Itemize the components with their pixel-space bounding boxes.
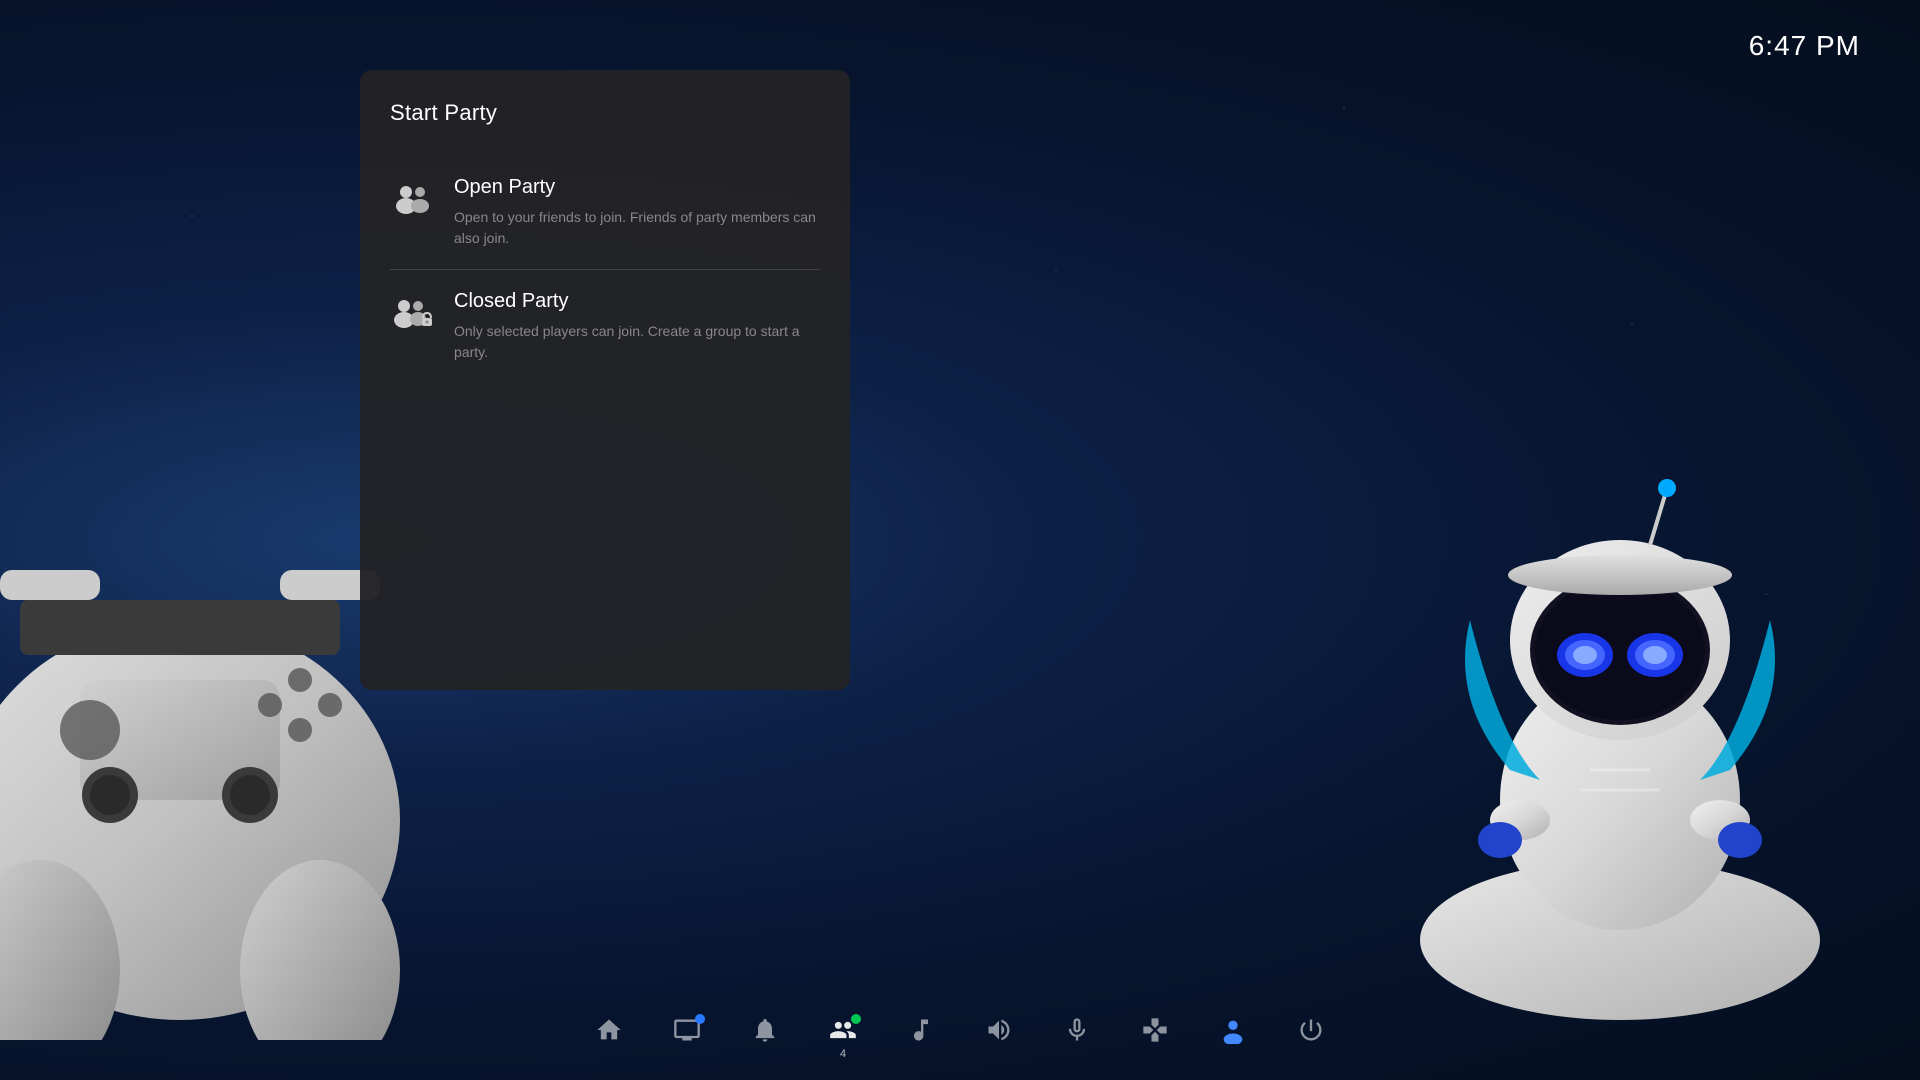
- party-count: 4: [840, 1048, 846, 1060]
- music-icon: [907, 1016, 935, 1044]
- closed-party-content: Closed Party Only selected players can j…: [454, 290, 820, 363]
- taskbar-party[interactable]: 4: [829, 1016, 857, 1044]
- taskbar-music[interactable]: [907, 1016, 935, 1044]
- volume-icon: [985, 1016, 1013, 1044]
- home-icon: [595, 1016, 623, 1044]
- closed-party-icon: [390, 292, 434, 336]
- closed-party-description: Only selected players can join. Create a…: [454, 321, 820, 363]
- taskbar-profile[interactable]: [1219, 1016, 1247, 1044]
- astro-bot-decoration: [1370, 420, 1870, 1020]
- open-party-item[interactable]: Open Party Open to your friends to join.…: [390, 156, 820, 269]
- power-icon: [1297, 1016, 1325, 1044]
- taskbar-media[interactable]: [673, 1016, 701, 1044]
- gamepad-icon: [1141, 1016, 1169, 1044]
- taskbar-power[interactable]: [1297, 1016, 1325, 1044]
- clock: 6:47 PM: [1749, 30, 1860, 62]
- taskbar: 4: [0, 990, 1920, 1080]
- open-party-title: Open Party: [454, 176, 820, 199]
- taskbar-mic[interactable]: [1063, 1016, 1091, 1044]
- panel-title: Start Party: [390, 100, 820, 126]
- bell-icon: [751, 1016, 779, 1044]
- open-party-content: Open Party Open to your friends to join.…: [454, 176, 820, 249]
- closed-party-item[interactable]: Closed Party Only selected players can j…: [390, 270, 820, 383]
- taskbar-home[interactable]: [595, 1016, 623, 1044]
- taskbar-gamepad[interactable]: [1141, 1016, 1169, 1044]
- taskbar-volume[interactable]: [985, 1016, 1013, 1044]
- start-party-panel: Start Party Open Party Open to your frie…: [360, 70, 850, 690]
- media-dot: [695, 1014, 705, 1024]
- profile-icon: [1219, 1016, 1247, 1044]
- open-party-description: Open to your friends to join. Friends of…: [454, 207, 820, 249]
- mic-icon: [1063, 1016, 1091, 1044]
- taskbar-notifications[interactable]: [751, 1016, 779, 1044]
- open-party-icon: [390, 178, 434, 222]
- party-online-dot: [851, 1014, 861, 1024]
- closed-party-title: Closed Party: [454, 290, 820, 313]
